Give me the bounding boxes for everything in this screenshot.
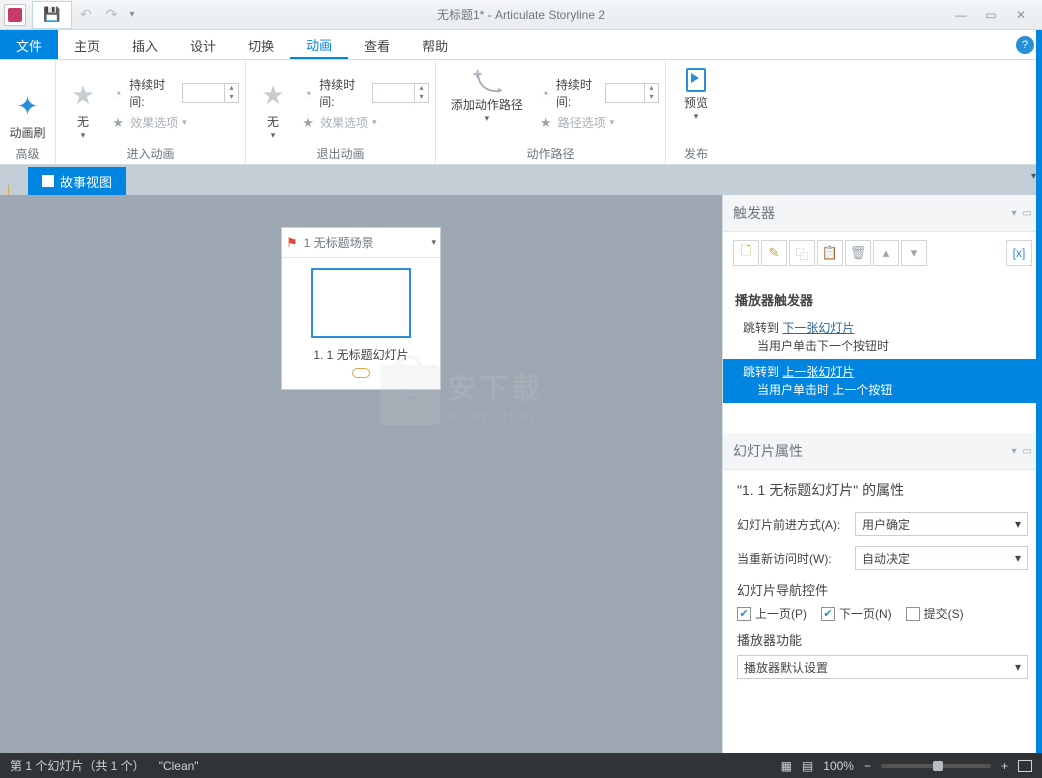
status-slide-count: 第 1 个幻灯片（共 1 个）	[10, 757, 145, 774]
right-accent-strip	[1036, 30, 1042, 753]
group-exit-label: 退出动画	[252, 143, 429, 162]
exit-none-button[interactable]: ★ 无 ▾	[252, 64, 294, 143]
trigger-next[interactable]: 跳转到 下一张幻灯片 当用户单击下一个按钮时	[723, 315, 1042, 359]
player-triggers-section: 播放器触发器	[723, 284, 1042, 315]
story-canvas[interactable]: ¨⌣ 安下载anxz.com ⚑ 1 无标题场景 ▾ 1. 1 无标题幻灯片	[0, 195, 722, 753]
zoom-value: 100%	[823, 759, 854, 773]
entry-duration-label: 持续时间:	[129, 76, 178, 110]
close-button[interactable]: ✕	[1010, 8, 1032, 22]
submit-checkbox[interactable]: 提交(S)	[906, 605, 964, 622]
next-checkbox[interactable]: ✔下一页(N)	[821, 605, 892, 622]
slide-props-panel-head: 幻灯片属性 ▾▭	[723, 433, 1042, 470]
path-options[interactable]: ★路径选项 ▾	[538, 114, 659, 131]
qat-dropdown[interactable]: ▾	[125, 9, 138, 20]
move-up-button[interactable]: ▴	[873, 240, 899, 266]
group-motionpath-label: 动作路径	[442, 143, 659, 162]
tab-animation[interactable]: 动画	[290, 30, 348, 59]
menu-tabs: 文件 主页 插入 设计 切换 动画 查看 帮助 ?	[0, 30, 1042, 60]
panel-close-icon[interactable]: ▭	[1023, 208, 1032, 219]
view-mode-2[interactable]: ▤	[802, 759, 813, 773]
tab-home[interactable]: 主页	[58, 30, 116, 59]
panel-menu-icon[interactable]: ▾	[1012, 208, 1017, 219]
prev-checkbox[interactable]: ✔上一页(P)	[737, 605, 807, 622]
revisit-select[interactable]: 自动决定▾	[855, 546, 1028, 570]
revisit-label: 当重新访问时(W):	[737, 550, 847, 567]
tab-story-view[interactable]: 故事视图	[28, 167, 126, 195]
document-tabs: 故事视图	[0, 165, 1042, 195]
add-motion-path-button[interactable]: ✚▸ 添加动作路径 ▾	[442, 64, 532, 143]
player-features-select[interactable]: 播放器默认设置▾	[737, 655, 1028, 679]
variables-button[interactable]: [x]	[1006, 240, 1032, 266]
status-bar: 第 1 个幻灯片（共 1 个） "Clean" ▦ ▤ 100% − +	[0, 753, 1042, 778]
side-panel: 触发器 ▾▭ 🗋 ✎ ⿻ 📋 🗑 ▴ ▾ [x] 播放器触发器 跳转到 下一张幻…	[722, 195, 1042, 753]
advance-label: 幻灯片前进方式(A):	[737, 516, 847, 533]
status-theme: "Clean"	[159, 759, 199, 773]
group-advanced-label: 高级	[6, 143, 49, 162]
new-trigger-button[interactable]: 🗋	[733, 240, 759, 266]
entry-effect-options[interactable]: ★效果选项 ▾	[110, 114, 239, 131]
app-icon	[4, 4, 26, 26]
ribbon: ✦ 动画刷 高级 ★ 无 ▾ ◔持续时间: ▴▾ ★效果选项 ▾ 进入动画 ★	[0, 60, 1042, 165]
exit-duration-input[interactable]: ▴▾	[372, 83, 429, 103]
delete-trigger-button[interactable]: 🗑	[845, 240, 871, 266]
nav-controls-label: 幻灯片导航控件	[737, 580, 1028, 599]
undo-button[interactable]: ↶	[74, 6, 98, 23]
story-view-icon	[42, 175, 54, 187]
fit-to-window-button[interactable]	[1018, 760, 1032, 772]
slide-props-title: "1. 1 无标题幻灯片" 的属性	[737, 480, 1028, 500]
path-duration-label: 持续时间:	[556, 76, 602, 110]
animation-brush-button[interactable]: ✦ 动画刷	[6, 64, 49, 143]
save-button[interactable]: 💾	[32, 1, 72, 29]
advance-select[interactable]: 用户确定▾	[855, 512, 1028, 536]
preview-icon	[686, 68, 706, 92]
panel2-close-icon[interactable]: ▭	[1023, 446, 1032, 457]
tab-help[interactable]: 帮助	[406, 30, 464, 59]
path-duration-input[interactable]: ▴▾	[605, 83, 659, 103]
entry-none-button[interactable]: ★ 无 ▾	[62, 64, 104, 143]
zoom-in-button[interactable]: +	[1001, 759, 1008, 773]
scene-title: 1 无标题场景	[304, 234, 374, 251]
triggers-panel-head: 触发器 ▾▭	[723, 195, 1042, 232]
exit-duration-label: 持续时间:	[319, 76, 368, 110]
group-publish-label: 发布	[672, 143, 720, 162]
help-icon[interactable]: ?	[1016, 36, 1034, 54]
tab-transition[interactable]: 切换	[232, 30, 290, 59]
tab-insert[interactable]: 插入	[116, 30, 174, 59]
paste-trigger-button[interactable]: 📋	[817, 240, 843, 266]
zoom-slider[interactable]	[881, 764, 991, 768]
group-entry-label: 进入动画	[62, 143, 239, 162]
edit-trigger-button[interactable]: ✎	[761, 240, 787, 266]
slide-thumbnail[interactable]	[311, 268, 411, 338]
maximize-button[interactable]: ▭	[980, 8, 1002, 22]
entry-duration-input[interactable]: ▴▾	[182, 83, 239, 103]
scene-dropdown[interactable]: ▾	[431, 237, 436, 248]
trigger-prev[interactable]: 跳转到 上一张幻灯片 当用户单击时 上一个按钮	[723, 359, 1042, 403]
zoom-out-button[interactable]: −	[864, 759, 871, 773]
tab-design[interactable]: 设计	[174, 30, 232, 59]
title-bar: 💾 ↶ ↷ ▾ 无标题1* - Articulate Storyline 2 —…	[0, 0, 1042, 30]
panel2-menu-icon[interactable]: ▾	[1012, 446, 1017, 457]
tab-view[interactable]: 查看	[348, 30, 406, 59]
trigger-toolbar: 🗋 ✎ ⿻ 📋 🗑 ▴ ▾ [x]	[723, 232, 1042, 274]
exit-effect-options[interactable]: ★效果选项 ▾	[300, 114, 429, 131]
preview-button[interactable]: 预览 ▾	[672, 64, 720, 143]
tab-file[interactable]: 文件	[0, 30, 58, 59]
view-mode-1[interactable]: ▦	[781, 759, 792, 773]
redo-button[interactable]: ↷	[100, 6, 124, 23]
scene-flag-icon: ⚑	[286, 235, 298, 251]
copy-trigger-button[interactable]: ⿻	[789, 240, 815, 266]
player-features-label: 播放器功能	[737, 630, 1028, 649]
watermark: ¨⌣ 安下载anxz.com	[380, 365, 544, 425]
window-title: 无标题1* - Articulate Storyline 2	[437, 6, 605, 23]
move-down-button[interactable]: ▾	[901, 240, 927, 266]
minimize-button[interactable]: —	[950, 8, 972, 22]
